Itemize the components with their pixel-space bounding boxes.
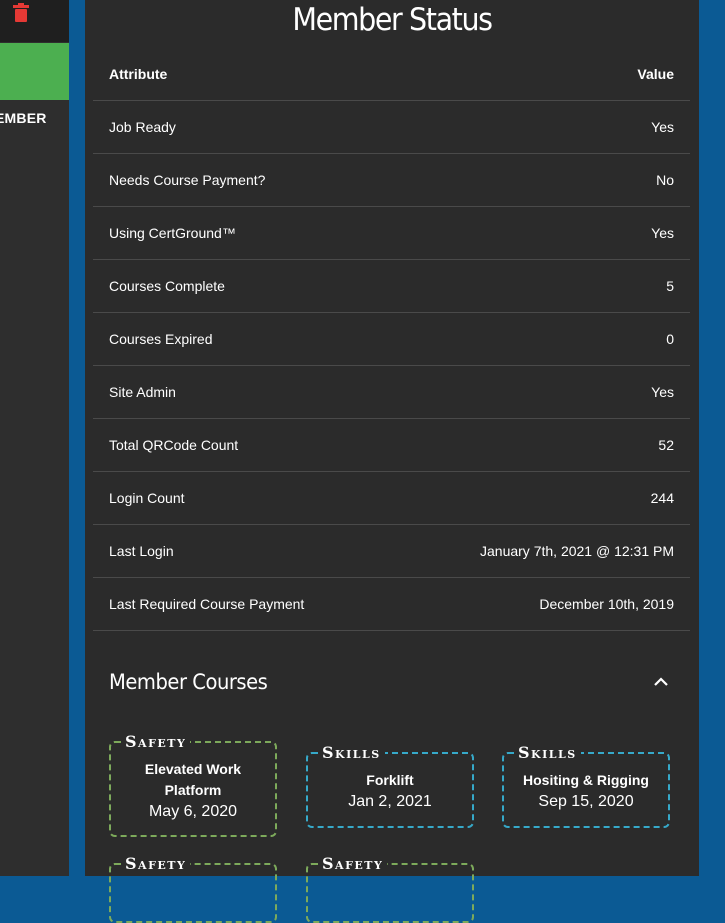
- chevron-up-icon[interactable]: [653, 675, 669, 687]
- course-card[interactable]: Safety: [306, 854, 474, 923]
- attribute-label: Login Count: [93, 471, 393, 525]
- course-name: Hositing & Rigging: [523, 772, 649, 788]
- status-table: Attribute Value Job Ready Yes Needs Cours…: [93, 47, 690, 631]
- attribute-value: December 10th, 2019: [392, 577, 690, 631]
- table-row: Site Admin Yes: [93, 365, 690, 419]
- course-card[interactable]: Safety Elevated Work Platform May 6, 202…: [109, 732, 277, 837]
- table-row: Needs Course Payment? No: [93, 153, 690, 207]
- attribute-label: Courses Complete: [93, 259, 393, 313]
- sidebar-top-strip: [0, 0, 69, 42]
- attribute-value: No: [392, 153, 690, 207]
- attribute-label: Using CertGround™: [93, 206, 393, 260]
- course-card[interactable]: Skills Forklift Jan 2, 2021: [306, 743, 474, 828]
- attribute-label: Last Required Course Payment: [93, 577, 393, 631]
- course-category: Safety: [318, 854, 388, 873]
- table-row: Job Ready Yes: [93, 100, 690, 154]
- table-row: Courses Complete 5: [93, 259, 690, 313]
- action-button[interactable]: [0, 43, 69, 100]
- sidebar-member-label[interactable]: EMBER: [0, 110, 47, 126]
- page-title: Member Status: [292, 2, 493, 38]
- column-header-value: Value: [392, 47, 690, 101]
- attribute-label: Total QRCode Count: [93, 418, 393, 472]
- member-status-panel: Member Status Attribute Value Job Ready Y…: [85, 0, 699, 923]
- attribute-value: Yes: [392, 206, 690, 260]
- course-date: Jan 2, 2021: [348, 793, 432, 810]
- attribute-value: 5: [392, 259, 690, 313]
- course-date: Sep 15, 2020: [538, 793, 634, 810]
- table-row: Using CertGround™ Yes: [93, 206, 690, 260]
- attribute-label: Site Admin: [93, 365, 393, 419]
- column-header-attribute: Attribute: [93, 47, 393, 101]
- attribute-value: Yes: [392, 365, 690, 419]
- course-date: May 6, 2020: [148, 803, 238, 820]
- course-name: Forklift: [366, 772, 414, 788]
- attribute-value: 52: [392, 418, 690, 472]
- attribute-label: Job Ready: [93, 100, 393, 154]
- attribute-value: January 7th, 2021 @ 12:31 PM: [392, 524, 690, 578]
- attribute-label: Needs Course Payment?: [93, 153, 393, 207]
- attribute-value: 0: [392, 312, 690, 366]
- course-category: Skills: [514, 743, 581, 762]
- course-category: Skills: [318, 743, 385, 762]
- sidebar: EMBER: [0, 0, 69, 876]
- course-name: Elevated Work Platform: [144, 761, 242, 798]
- course-card[interactable]: Skills Hositing & Rigging Sep 15, 2020: [502, 743, 670, 828]
- attribute-label: Courses Expired: [93, 312, 393, 366]
- attribute-value: 244: [392, 471, 690, 525]
- course-category: Safety: [121, 732, 191, 751]
- table-row: Courses Expired 0: [93, 312, 690, 366]
- course-card[interactable]: Safety: [109, 854, 277, 923]
- table-row: Last Login January 7th, 2021 @ 12:31 PM: [93, 524, 690, 578]
- table-row: Login Count 244: [93, 471, 690, 525]
- attribute-label: Last Login: [93, 524, 393, 578]
- member-courses-heading: Member Courses: [109, 670, 268, 694]
- table-header-row: Attribute Value: [93, 47, 690, 101]
- attribute-value: Yes: [392, 100, 690, 154]
- course-category: Safety: [121, 854, 191, 873]
- table-row: Last Required Course Payment December 10t…: [93, 577, 690, 631]
- trash-icon[interactable]: [12, 3, 30, 23]
- table-row: Total QRCode Count 52: [93, 418, 690, 472]
